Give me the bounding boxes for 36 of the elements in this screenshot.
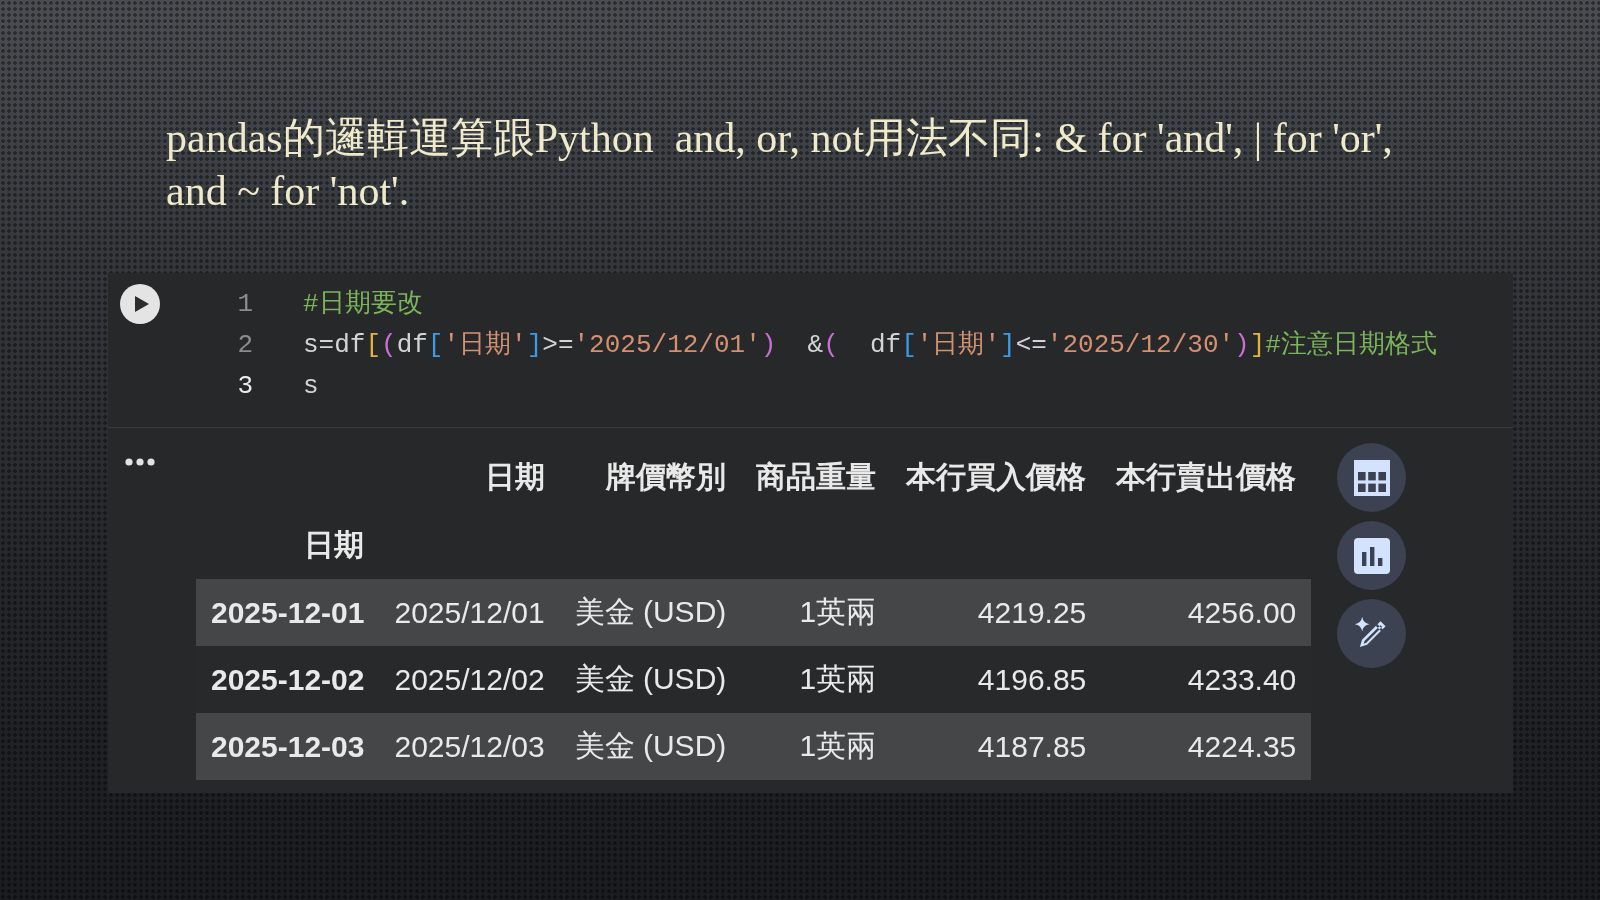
line-number: 1 [236, 287, 253, 321]
row-index: 2025-12-03 [210, 728, 366, 765]
table-cell-text: 4196.85 [976, 661, 1088, 698]
column-header: 商品重量 [755, 458, 878, 495]
table-cell-text: 2025/12/01 [393, 594, 546, 631]
column-header: 牌價幣別 [604, 458, 728, 495]
table-cell-text: 4219.25 [976, 594, 1088, 631]
table-cell-text: 4187.85 [976, 728, 1088, 765]
code-line: s=df[(df['日期']>='2025/12/01') &( df['日期']<='2025/12/30')]#注意日期格式 [303, 328, 1437, 362]
table-cell-text: 美金 (USD) [573, 661, 728, 697]
code-line: s [303, 369, 320, 403]
table-cell-text: 4224.35 [1186, 728, 1298, 765]
table-cell-text: 2025/12/02 [393, 661, 546, 698]
line-number: 3 [236, 369, 253, 403]
play-icon [134, 296, 149, 312]
column-header: 本行買入價格 [904, 458, 1088, 495]
index-header: 日期 [303, 526, 366, 563]
run-button[interactable] [120, 284, 160, 324]
code-line: #日期要改 [303, 287, 424, 321]
table-icon [1353, 459, 1390, 496]
table-cell-text: 美金 (USD) [573, 728, 728, 764]
more-options-icon[interactable] [125, 458, 155, 466]
table-cell-text: 4256.00 [1186, 594, 1298, 631]
row-index: 2025-12-02 [210, 661, 366, 698]
bar-chart-icon [1353, 537, 1390, 574]
line-number: 2 [236, 328, 253, 362]
column-header: 本行賣出價格 [1114, 458, 1298, 495]
table-cell-text: 1英兩 [798, 594, 878, 630]
row-index: 2025-12-01 [210, 594, 366, 631]
table-cell-text: 1英兩 [798, 661, 878, 697]
table-cell-text: 4233.40 [1186, 661, 1298, 698]
slide-heading: pandas的邏輯運算跟Python and, or, not用法不同: & for 'and', | for 'or', and ~ for 'not'. [166, 114, 1394, 216]
table-cell-text: 美金 (USD) [573, 594, 728, 630]
table-cell-text: 1英兩 [798, 728, 878, 764]
column-header: 日期 [483, 458, 546, 495]
table-cell-text: 2025/12/03 [393, 728, 546, 765]
